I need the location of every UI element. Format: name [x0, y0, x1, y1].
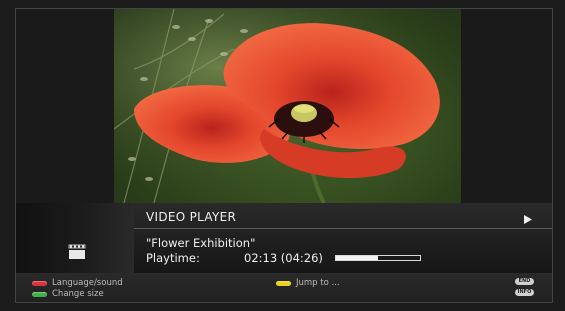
play-icon [524, 215, 532, 224]
info-panel: VIDEO PLAYER "Flower Exhibition" Playtim… [16, 203, 552, 273]
progress-fill [336, 256, 378, 260]
player-title: VIDEO PLAYER [146, 210, 237, 224]
video-area [16, 9, 552, 203]
video-frame [114, 9, 461, 203]
hint-red-label: Language/sound [52, 278, 123, 288]
yellow-key-icon [276, 280, 291, 286]
player-info-panel: VIDEO PLAYER "Flower Exhibition" Playtim… [134, 203, 552, 273]
hint-green-label: Change size [52, 289, 104, 299]
hint-yellow-label: Jump to ... [296, 278, 340, 288]
info-key[interactable]: INFO [515, 289, 534, 296]
playtime-label: Playtime: [146, 251, 200, 265]
media-type-box [16, 203, 134, 273]
end-key-icon: END [515, 278, 534, 285]
progress-bar [335, 255, 421, 261]
hint-yellow[interactable]: Jump to ... [276, 278, 340, 288]
clapperboard-icon [68, 244, 86, 259]
video-still-poppy [114, 9, 461, 203]
hint-red[interactable]: Language/sound [32, 278, 123, 288]
end-key[interactable]: END [515, 278, 534, 285]
green-key-icon [32, 291, 47, 297]
red-key-icon [32, 280, 47, 286]
divider [134, 228, 552, 229]
media-title: "Flower Exhibition" [146, 236, 256, 250]
key-hint-bar: Language/sound Change size Jump to ... E… [16, 273, 552, 302]
tv-screen: VIDEO PLAYER "Flower Exhibition" Playtim… [15, 8, 553, 303]
hint-green[interactable]: Change size [32, 289, 104, 299]
info-key-icon: INFO [515, 289, 534, 296]
playtime-value: 02:13 (04:26) [244, 251, 323, 265]
